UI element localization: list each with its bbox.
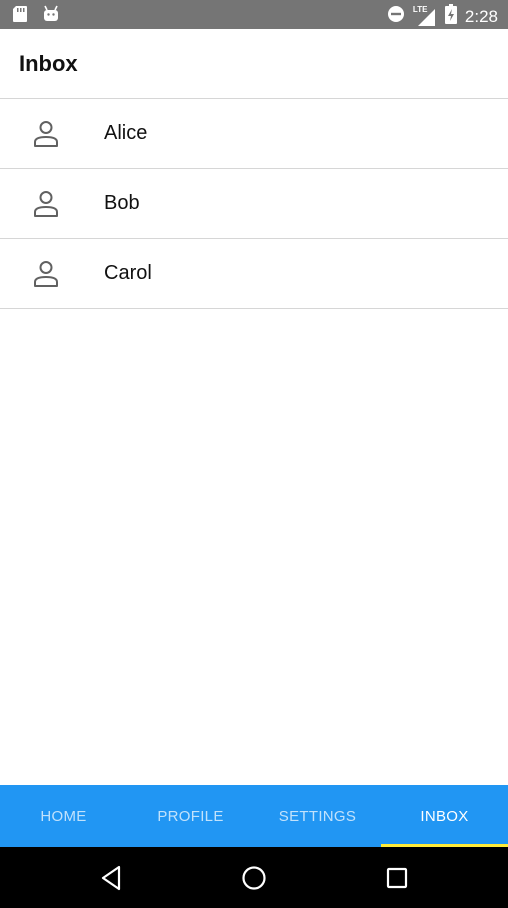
back-icon[interactable] — [96, 863, 126, 893]
signal-icon: LTE — [412, 4, 437, 27]
tab-inbox[interactable]: INBOX — [381, 785, 508, 847]
list-item[interactable]: Alice — [0, 99, 508, 169]
home-icon[interactable] — [239, 863, 269, 893]
tab-home[interactable]: HOME — [0, 785, 127, 847]
sd-card-icon — [12, 5, 28, 28]
recents-icon[interactable] — [382, 863, 412, 893]
contact-name: Bob — [104, 192, 140, 214]
person-icon — [33, 260, 59, 288]
list-item[interactable]: Bob — [0, 169, 508, 239]
status-bar: LTE 2:28 — [0, 0, 508, 29]
app-header: Inbox — [0, 29, 508, 99]
tab-profile[interactable]: PROFILE — [127, 785, 254, 847]
tab-settings[interactable]: SETTINGS — [254, 785, 381, 847]
do-not-disturb-icon — [387, 5, 405, 28]
page-title: Inbox — [19, 51, 78, 76]
status-time: 2:28 — [464, 6, 498, 26]
system-nav-bar — [0, 847, 508, 908]
inbox-list: Alice Bob Carol — [0, 99, 508, 309]
network-type-label: LTE — [412, 4, 428, 14]
android-icon — [42, 5, 60, 28]
status-left-icons — [12, 5, 60, 28]
status-right-icons: LTE 2:28 — [387, 4, 498, 29]
battery-charging-icon — [444, 4, 457, 29]
list-item[interactable]: Carol — [0, 239, 508, 309]
person-icon — [33, 120, 59, 148]
contact-name: Carol — [104, 262, 152, 284]
contact-name: Alice — [104, 122, 148, 144]
person-icon — [33, 190, 59, 218]
bottom-nav: HOME PROFILE SETTINGS INBOX — [0, 785, 508, 847]
